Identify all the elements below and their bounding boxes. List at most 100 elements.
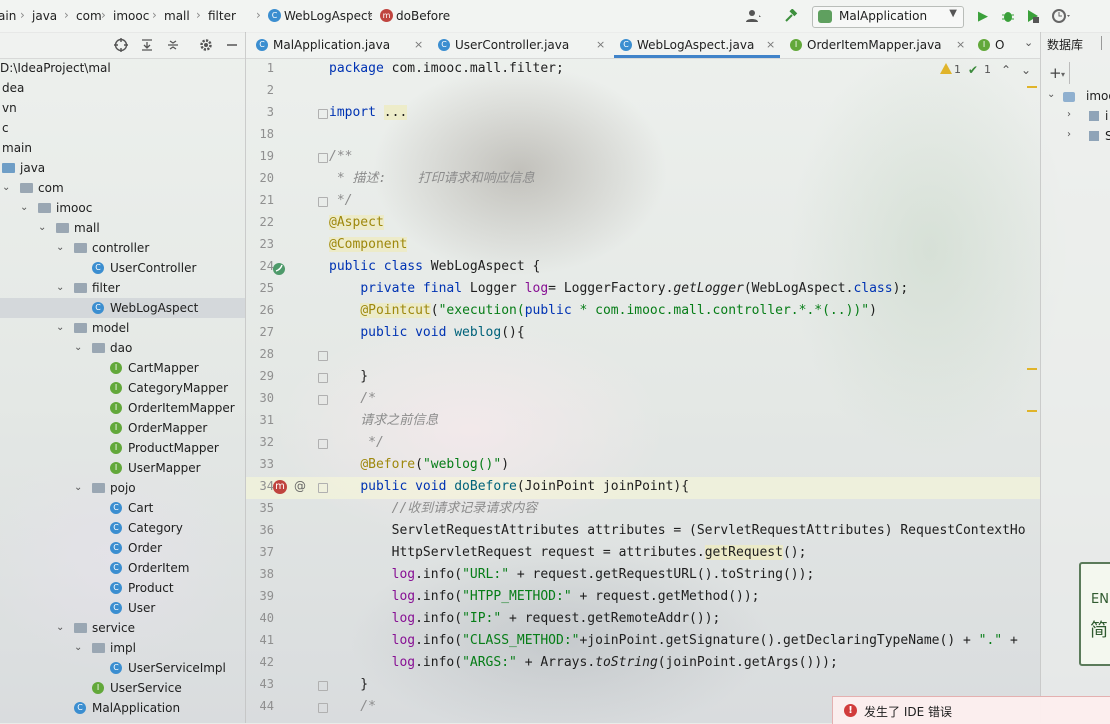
fold-marker-icon[interactable] (318, 153, 328, 163)
tree-item[interactable]: C Cart (0, 498, 245, 518)
expand-all-icon[interactable] (139, 37, 155, 53)
build-hammer-icon[interactable] (783, 8, 799, 24)
tree-item[interactable]: java (0, 158, 245, 178)
tree-item[interactable]: ⌄ dao (0, 338, 245, 358)
editor-tab[interactable]: IO (972, 32, 1012, 58)
chevron-down-icon[interactable]: ⌄ (1047, 89, 1055, 100)
code-line[interactable]: ServletRequestAttributes attributes = (S… (329, 520, 1026, 542)
code-line[interactable]: @Aspect (329, 212, 384, 234)
code-line[interactable]: } (329, 674, 368, 696)
code-line[interactable]: package com.imooc.mall.filter; (329, 58, 564, 80)
scrollbar-warning-mark[interactable] (1027, 86, 1037, 88)
weak-warning-icon[interactable]: ✔ (968, 63, 978, 77)
tree-item[interactable]: I CategoryMapper (0, 378, 245, 398)
breadcrumb-item[interactable]: filter (208, 9, 236, 23)
tree-item[interactable]: ⌄ service (0, 618, 245, 638)
code-line[interactable]: log.info("ARGS:" + Arrays.toString(joinP… (329, 652, 838, 674)
chevron-right-icon[interactable]: › (1067, 129, 1071, 140)
input-method-widget[interactable]: EN 简 (1079, 562, 1110, 666)
tree-item[interactable]: c (0, 118, 245, 138)
tree-item[interactable]: main (0, 138, 245, 158)
breadcrumb-item[interactable]: ain (0, 9, 16, 23)
code-line[interactable]: log.info("HTPP_METHOD:" + request.getMet… (329, 586, 760, 608)
chevron-down-icon[interactable]: ⌄ (38, 218, 48, 238)
fold-marker-icon[interactable] (318, 703, 328, 713)
tree-item[interactable]: ⌄ model (0, 318, 245, 338)
chevron-down-icon[interactable]: ⌄ (56, 238, 66, 258)
data-source-label[interactable]: imoo (1086, 89, 1110, 103)
breadcrumb-item[interactable]: WebLogAspect (284, 9, 372, 23)
fold-marker-icon[interactable] (318, 109, 328, 119)
tree-item[interactable]: D:\IdeaProject\mal (0, 58, 245, 78)
tree-item[interactable]: I ProductMapper (0, 438, 245, 458)
tree-item[interactable]: C MalApplication (0, 698, 245, 718)
code-line[interactable]: */ (329, 432, 384, 454)
profiler-icon[interactable] (1050, 8, 1074, 24)
chevron-down-icon[interactable]: ⌄ (56, 318, 66, 338)
minimize-icon[interactable] (224, 37, 240, 53)
code-line[interactable]: HttpServletRequest request = attributes.… (329, 542, 806, 564)
breadcrumb-item[interactable]: imooc (113, 9, 149, 23)
tree-item[interactable]: vn (0, 98, 245, 118)
ide-error-notification[interactable]: ! 发生了 IDE 错误 (832, 696, 1110, 724)
method-gutter-icon[interactable]: m (273, 480, 287, 494)
tree-item[interactable]: ⌄ controller (0, 238, 245, 258)
previous-highlight-icon[interactable]: ⌃ (1001, 63, 1011, 77)
locate-target-icon[interactable] (113, 37, 129, 53)
tab-list-chevron-icon[interactable]: ⌄ (1024, 36, 1033, 49)
code-line[interactable]: /** (329, 146, 352, 168)
advice-gutter-icon[interactable]: @ (294, 479, 306, 493)
code-line[interactable]: log.info("CLASS_METHOD:"+joinPoint.getSi… (329, 630, 1018, 652)
tree-item[interactable]: C Product (0, 578, 245, 598)
weak-warnings-count[interactable]: 1 (984, 63, 991, 76)
editor-tab[interactable]: C UserController.java × (432, 32, 610, 58)
close-icon[interactable]: × (596, 32, 605, 58)
tree-item[interactable]: ⌄ pojo (0, 478, 245, 498)
code-line[interactable]: log.info("URL:" + request.getRequestURL(… (329, 564, 815, 586)
tree-item[interactable]: ⌄ impl (0, 638, 245, 658)
tree-item[interactable]: ⌄ mall (0, 218, 245, 238)
chevron-down-icon[interactable]: ▾ (1061, 70, 1065, 79)
breadcrumb-item[interactable]: java (32, 9, 57, 23)
code-line[interactable]: import ... (329, 102, 408, 124)
code-line[interactable]: */ (329, 190, 353, 212)
spring-bean-gutter-icon[interactable] (272, 262, 286, 279)
breadcrumb-item[interactable]: doBefore (396, 9, 450, 23)
scrollbar-warning-mark[interactable] (1027, 368, 1037, 370)
code-line[interactable]: //收到请求记录请求内容 (329, 498, 538, 520)
code-line[interactable]: @Before("weblog()") (329, 454, 509, 476)
fold-marker-icon[interactable] (318, 681, 328, 691)
fold-marker-icon[interactable] (318, 197, 328, 207)
tree-item[interactable]: I OrderItemMapper (0, 398, 245, 418)
code-line[interactable]: } (329, 366, 368, 388)
code-line[interactable]: @Pointcut("execution(public * com.imooc.… (329, 300, 877, 322)
warning-icon[interactable] (940, 63, 952, 77)
code-line[interactable]: @Component (329, 234, 408, 256)
tree-item[interactable]: dea (0, 78, 245, 98)
next-highlight-icon[interactable]: ⌄ (1021, 63, 1031, 77)
tree-item[interactable]: C UserController (0, 258, 245, 278)
tree-item[interactable]: I UserService (0, 678, 245, 698)
tree-item[interactable]: C OrderItem (0, 558, 245, 578)
chevron-right-icon[interactable]: › (1067, 109, 1071, 120)
code-line[interactable]: public class WebLogAspect { (329, 256, 540, 278)
fold-marker-icon[interactable] (318, 483, 328, 493)
tree-item[interactable]: ⌄ com (0, 178, 245, 198)
warnings-count[interactable]: 1 (954, 63, 961, 76)
schema-label[interactable]: i (1105, 109, 1108, 123)
tree-item[interactable]: I UserMapper (0, 458, 245, 478)
run-configuration-select[interactable]: MalApplication ▼ (812, 6, 964, 28)
tree-item[interactable]: ⌄ filter (0, 278, 245, 298)
chevron-down-icon[interactable]: ⌄ (2, 178, 12, 198)
chevron-down-icon[interactable]: ⌄ (74, 478, 84, 498)
schema-label[interactable]: S (1105, 129, 1110, 143)
coverage-icon[interactable] (1025, 8, 1041, 24)
tree-item[interactable]: C WebLogAspect (0, 298, 245, 318)
user-icon[interactable] (742, 8, 766, 24)
code-line[interactable]: /* (329, 388, 376, 410)
collapse-all-icon[interactable] (165, 37, 181, 53)
close-icon[interactable]: × (414, 32, 423, 58)
tree-item[interactable]: C Category (0, 518, 245, 538)
editor-tab[interactable]: C MalApplication.java × (250, 32, 428, 58)
debug-icon[interactable] (1000, 8, 1016, 24)
